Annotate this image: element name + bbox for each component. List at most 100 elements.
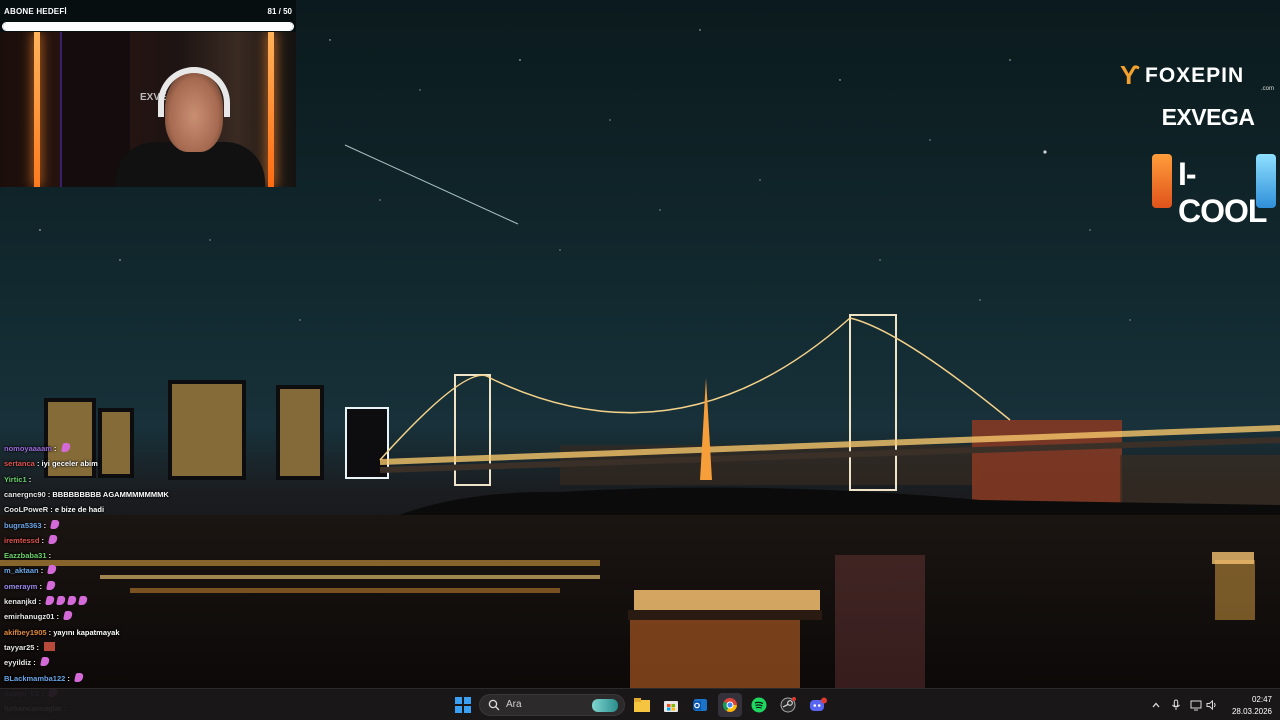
chat-text: BBBBBBBBB AGAMMMMMMMK <box>52 489 169 499</box>
taskbar-search[interactable]: Ara <box>479 694 625 716</box>
chat-username[interactable]: bugra5363 <box>4 521 42 530</box>
icool-can-orange <box>1152 154 1172 208</box>
chat-separator: : <box>51 444 59 453</box>
chat-username[interactable]: sertanca <box>4 459 35 468</box>
chat-separator: : <box>34 642 42 652</box>
chat-username[interactable]: kenanjkd <box>4 597 37 606</box>
volume-button[interactable] <box>1200 693 1224 717</box>
chat-separator: : <box>37 581 45 591</box>
emote-icon <box>67 596 78 605</box>
emote-icon <box>74 672 84 682</box>
icool-can-blue <box>1256 154 1276 208</box>
chat-message: omeraym : <box>4 579 56 594</box>
chat-message: akifbey1905 : yayını kapatmayak <box>4 625 120 640</box>
chat-separator: : <box>46 551 52 561</box>
emote-icon <box>56 596 67 605</box>
microsoft-store-icon <box>664 701 678 712</box>
chat-message: CooLPoweR : e bize de hadi <box>4 502 104 517</box>
chat-message: m_aktaan : <box>4 563 58 578</box>
chat-message: Yirtic1 : <box>4 472 31 487</box>
sub-goal-progress-bar <box>2 22 294 31</box>
foxepin-domain: .com <box>1260 86 1274 92</box>
exvega-logo: EXVEGA <box>1161 104 1255 130</box>
chat-message: bugra5363 : <box>4 518 61 533</box>
chat-separator: : <box>38 566 46 576</box>
search-icon <box>488 699 500 711</box>
search-placeholder: Ara <box>506 699 522 710</box>
stream-chat: nomoyaaaam : sertanca : iyi geceler abim… <box>0 440 290 720</box>
chat-message: Eazzbaba31 : <box>4 548 51 563</box>
chat-username[interactable]: Eazzbaba31 <box>4 551 47 560</box>
chat-message: eyyildiz : <box>4 655 50 670</box>
chat-username[interactable]: omeraym <box>4 582 37 591</box>
chat-message: BLackmamba122 : <box>4 671 84 686</box>
subscriber-goal-widget: ABONE HEDEFİ 81 / 50 <box>0 0 296 32</box>
emote-icon <box>48 534 59 544</box>
chat-message: canergnc90 : BBBBBBBBB AGAMMMMMMMK <box>4 487 169 502</box>
windows-logo-icon <box>455 697 471 713</box>
icool-logo: I-COOL <box>1150 152 1278 229</box>
sub-goal-progress-fill <box>3 23 293 30</box>
chat-separator: : <box>41 520 49 530</box>
clock-button[interactable]: 02:47 28.03.2026 <box>1222 693 1276 717</box>
file-explorer-icon <box>634 698 650 712</box>
chat-separator: : <box>65 673 72 683</box>
steam-button[interactable] <box>776 693 800 717</box>
chat-username[interactable]: akifbey1905 <box>4 628 47 637</box>
chat-separator: : <box>48 505 55 515</box>
discord-icon <box>810 697 827 711</box>
discord-button[interactable] <box>806 693 830 717</box>
search-highlight-icon <box>592 699 618 712</box>
windows-taskbar: Ara 02:47 28.03.2026 <box>0 688 1280 720</box>
chat-username[interactable]: m_aktaan <box>4 566 39 575</box>
chat-message: kenanjkd : <box>4 594 89 609</box>
chat-text: yayını kapatmayak <box>53 627 120 637</box>
emote-icon <box>39 657 50 667</box>
microsoft-store-button[interactable] <box>659 693 683 717</box>
steam-icon <box>780 697 796 713</box>
chat-username[interactable]: CooLPoweR <box>4 505 48 514</box>
chat-text: e bize de hadi <box>54 505 105 515</box>
spotify-button[interactable] <box>747 693 771 717</box>
chat-message: iremtessd : <box>4 533 59 548</box>
file-explorer-button[interactable] <box>630 693 654 717</box>
webcam-feed: EXVE <box>0 32 296 187</box>
speaker-icon <box>1206 699 1216 711</box>
foxepin-name: FOXEPIN <box>1145 64 1245 87</box>
chat-separator: : <box>39 535 47 545</box>
emote-icon <box>63 611 74 621</box>
chat-username[interactable]: emirhanugz01 <box>4 612 54 621</box>
chat-message: nomoyaaaam : <box>4 441 71 456</box>
chat-message: tayyar25 : <box>4 640 56 655</box>
clock-time: 02:47 <box>1251 695 1272 704</box>
chat-username[interactable]: tayyar25 <box>4 643 34 652</box>
sub-goal-count: 81 / 50 <box>267 7 292 16</box>
start-button[interactable] <box>451 693 475 717</box>
chat-separator: : <box>54 612 62 622</box>
chat-separator: : <box>31 658 38 668</box>
clock-date: 28.03.2026 <box>1231 707 1272 716</box>
neon-light-right <box>268 32 274 187</box>
chrome-button[interactable] <box>718 693 742 717</box>
chat-username[interactable]: canergnc90 <box>4 490 46 499</box>
fox-mark-icon: ϒ <box>1120 60 1141 90</box>
chat-username[interactable]: BLackmamba122 <box>4 674 65 683</box>
sub-goal-title: ABONE HEDEFİ <box>4 7 67 16</box>
chat-username[interactable]: eyyildiz <box>4 658 31 667</box>
chevron-up-icon <box>1152 702 1160 708</box>
headphones <box>158 67 230 117</box>
emote-icon <box>78 596 89 605</box>
chat-username[interactable]: Yirtic1 <box>4 475 27 484</box>
neon-light-left <box>34 32 40 187</box>
emote-icon <box>47 565 58 575</box>
chat-username[interactable]: nomoyaaaam <box>4 444 52 453</box>
outlook-button[interactable] <box>688 693 712 717</box>
chat-separator: : <box>26 474 32 484</box>
chat-separator: : <box>34 459 42 469</box>
chat-message: sertanca : iyi geceler abim <box>4 456 98 471</box>
chat-username[interactable]: iremtessd <box>4 536 39 545</box>
emote-icon <box>46 580 56 590</box>
chat-message: emirhanugz01 : <box>4 609 74 624</box>
outlook-icon <box>693 699 707 711</box>
emote-icon <box>44 641 56 651</box>
